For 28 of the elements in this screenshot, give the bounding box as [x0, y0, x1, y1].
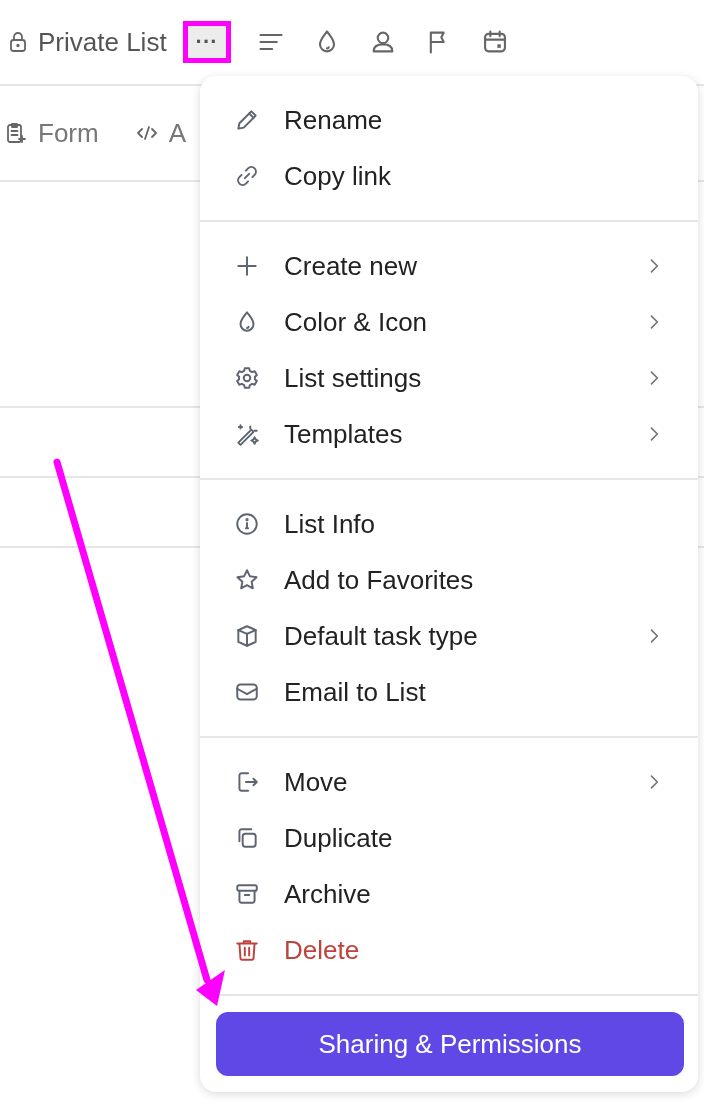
menu-item[interactable]: Email to List	[200, 664, 698, 720]
menu-item[interactable]: Default task type	[200, 608, 698, 664]
menu-item[interactable]: Copy link	[200, 148, 698, 204]
menu-item[interactable]: Add to Favorites	[200, 552, 698, 608]
view-tab[interactable]: A	[134, 117, 186, 149]
list-title: Private List	[38, 26, 167, 58]
cube-icon	[234, 623, 260, 649]
menu-item[interactable]: List Info	[200, 496, 698, 552]
menu-item[interactable]: Create new	[200, 238, 698, 294]
menu-item[interactable]: List settings	[200, 350, 698, 406]
menu-item[interactable]: Archive	[200, 866, 698, 922]
link-icon	[234, 163, 260, 189]
menu-item[interactable]: Move	[200, 754, 698, 810]
more-button[interactable]: ···	[182, 21, 231, 63]
view-tab[interactable]: Form	[4, 117, 99, 149]
menu-item[interactable]: Delete	[200, 922, 698, 978]
wand-icon	[234, 421, 260, 447]
pencil-icon	[234, 107, 260, 133]
archive-icon	[234, 881, 260, 907]
menu-item[interactable]: Duplicate	[200, 810, 698, 866]
menu-item[interactable]: Rename	[200, 92, 698, 148]
sharing-permissions-button[interactable]: Sharing & Permissions	[216, 1012, 684, 1076]
trash-icon	[234, 937, 260, 963]
info-icon	[234, 511, 260, 537]
form-icon	[4, 121, 28, 145]
menu-item[interactable]: Templates	[200, 406, 698, 462]
menu-item[interactable]: Color & Icon	[200, 294, 698, 350]
gear-icon	[234, 365, 260, 391]
